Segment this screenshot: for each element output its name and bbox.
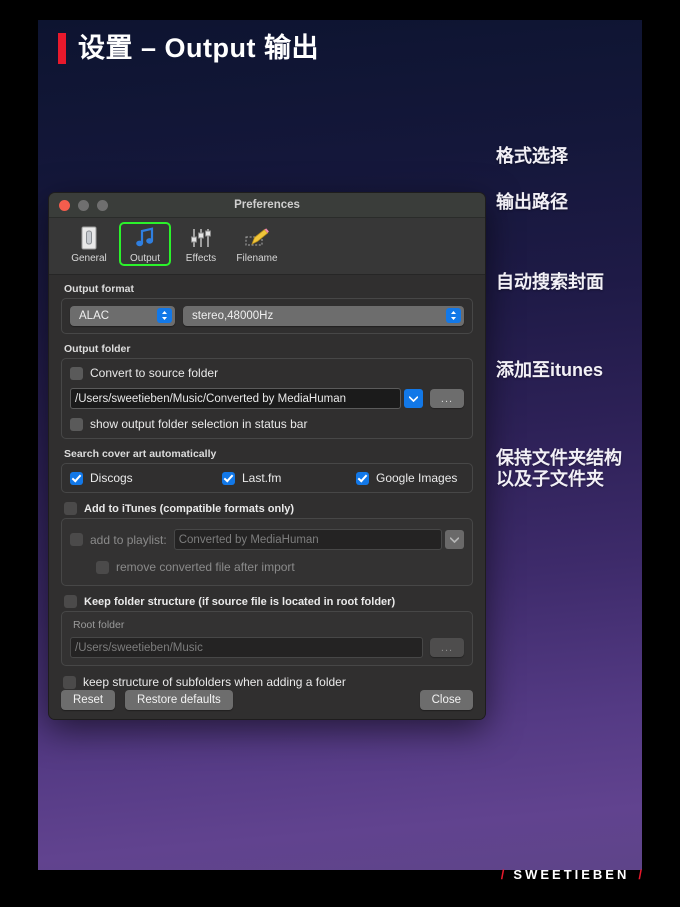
preferences-content: Output format ALAC stereo,48000Hz Output… <box>49 275 485 719</box>
playlist-input[interactable]: Converted by MediaHuman <box>173 529 442 550</box>
remove-after-import-label: remove converted file after import <box>116 560 295 574</box>
output-format-box: ALAC stereo,48000Hz <box>61 298 473 334</box>
cover-art-label: Search cover art automatically <box>64 448 217 460</box>
slide-canvas: 设置 – Output 输出 Preferences General Outpu… <box>38 20 642 870</box>
lastfm-checkbox[interactable] <box>222 471 235 485</box>
cover-art-option-google-images[interactable]: Google Images <box>356 471 457 485</box>
itunes-box: add to playlist: Converted by MediaHuman… <box>61 518 473 586</box>
button-bar: Reset Restore defaults Close <box>49 681 485 719</box>
output-format-label: Output format <box>64 283 134 295</box>
output-format-select[interactable]: ALAC <box>70 306 175 326</box>
slash-left-icon: / <box>500 866 505 882</box>
root-folder-browse-button[interactable]: ... <box>430 638 464 657</box>
reset-button[interactable]: Reset <box>61 690 116 710</box>
google-images-checkbox[interactable] <box>356 471 369 485</box>
show-status-bar-label: show output folder selection in status b… <box>90 417 308 431</box>
tab-general[interactable]: General <box>63 222 115 264</box>
output-params-select[interactable]: stereo,48000Hz <box>183 306 464 326</box>
discogs-checkbox[interactable] <box>70 471 83 485</box>
music-note-icon <box>134 225 156 251</box>
restore-defaults-button[interactable]: Restore defaults <box>125 690 233 710</box>
tab-effects-label: Effects <box>185 253 217 264</box>
output-path-dropdown-button[interactable] <box>404 389 423 408</box>
add-to-itunes-label: Add to iTunes (compatible formats only) <box>84 502 295 515</box>
annotation-add-to-itunes: 添加至itunes <box>496 360 604 380</box>
output-path-input[interactable]: /Users/sweetieben/Music/Converted by Med… <box>70 388 401 409</box>
output-format-value: ALAC <box>79 310 110 322</box>
chevron-updown-icon <box>157 308 172 323</box>
close-window-button[interactable] <box>59 199 70 211</box>
brand-name: SWEETIEBEN <box>513 866 630 882</box>
convert-to-source-label: Convert to source folder <box>90 366 219 380</box>
slide-header: 设置 – Output 输出 <box>58 33 319 64</box>
add-to-playlist-label: add to playlist: <box>90 532 167 547</box>
pencil-icon <box>244 225 270 251</box>
brand-logo: / SWEETIEBEN / <box>501 867 642 882</box>
preferences-toolbar: General Output Effects Filename <box>49 218 485 275</box>
root-folder-input[interactable]: /Users/sweetieben/Music <box>70 637 423 658</box>
convert-to-source-checkbox[interactable] <box>70 366 83 380</box>
slash-right-icon: / <box>638 866 642 882</box>
general-icon <box>79 225 99 251</box>
maximize-window-button[interactable] <box>97 199 108 211</box>
preferences-window: Preferences General Output Effects Filen… <box>48 192 486 720</box>
show-status-bar-checkbox[interactable] <box>70 417 83 431</box>
tab-effects[interactable]: Effects <box>175 222 227 264</box>
cover-art-option-discogs[interactable]: Discogs <box>70 471 222 485</box>
sliders-icon <box>189 225 213 251</box>
annotation-folder-structure: 保持文件夹结构 以及子文件夹 <box>496 448 622 490</box>
keep-folder-structure-checkbox[interactable] <box>64 595 77 608</box>
annotation-format-selection: 格式选择 <box>496 146 568 166</box>
root-folder-box: Root folder /Users/sweetieben/Music ... <box>61 611 473 666</box>
output-path-browse-button[interactable]: ... <box>430 389 464 408</box>
root-folder-label: Root folder <box>73 619 125 631</box>
cover-art-option-lastfm[interactable]: Last.fm <box>222 471 356 485</box>
keep-folder-structure-label: Keep folder structure (if source file is… <box>84 595 396 608</box>
tab-filename[interactable]: Filename <box>231 222 283 264</box>
chevron-updown-icon <box>446 308 461 323</box>
page-title: 设置 – Output 输出 <box>78 33 319 63</box>
google-images-label: Google Images <box>376 471 458 485</box>
annotation-output-path: 输出路径 <box>496 192 568 212</box>
header-accent-bar <box>58 33 66 64</box>
minimize-window-button[interactable] <box>78 199 89 211</box>
cover-art-box: Discogs Last.fm Google Images <box>61 463 473 493</box>
lastfm-label: Last.fm <box>242 471 282 485</box>
window-controls <box>59 199 108 211</box>
add-to-itunes-checkbox[interactable] <box>64 502 77 515</box>
footer: / SWEETIEBEN / <box>0 859 680 889</box>
discogs-label: Discogs <box>90 471 133 485</box>
output-folder-box: Convert to source folder /Users/sweetieb… <box>61 358 473 439</box>
output-folder-label: Output folder <box>64 343 131 355</box>
window-title: Preferences <box>234 199 300 211</box>
annotation-cover-art: 自动搜索封面 <box>496 272 604 292</box>
tab-filename-label: Filename <box>236 253 278 264</box>
output-params-value: stereo,48000Hz <box>192 310 274 322</box>
playlist-dropdown-button[interactable] <box>445 530 464 549</box>
add-to-playlist-checkbox[interactable] <box>70 533 83 546</box>
remove-after-import-checkbox[interactable] <box>96 560 109 574</box>
close-button[interactable]: Close <box>419 690 473 710</box>
tab-output[interactable]: Output <box>119 222 171 266</box>
tab-output-label: Output <box>129 253 161 264</box>
tab-general-label: General <box>71 253 107 264</box>
window-titlebar: Preferences <box>49 193 485 218</box>
